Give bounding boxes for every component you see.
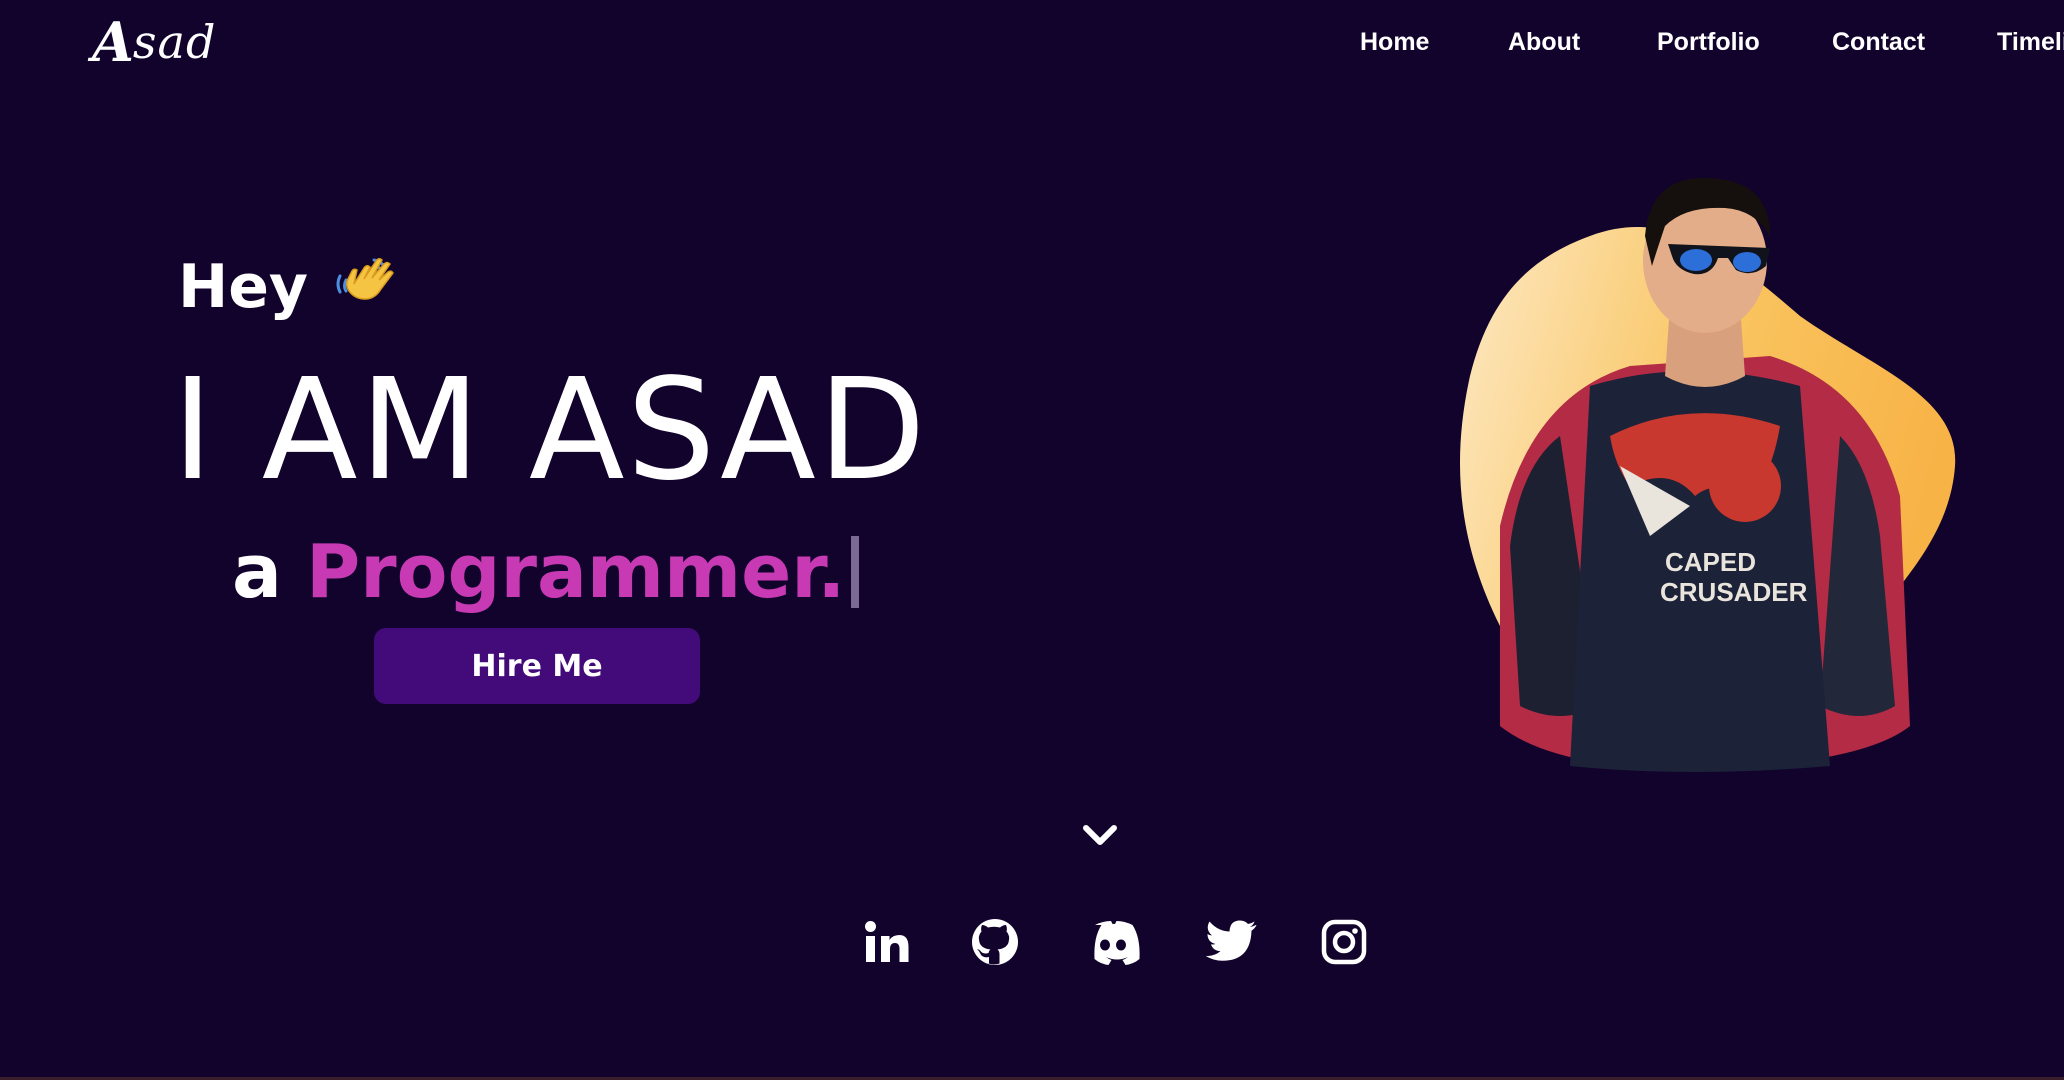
instagram-icon[interactable] bbox=[1314, 912, 1374, 972]
nav-portfolio[interactable]: Portfolio bbox=[1657, 22, 1760, 62]
twitter-icon[interactable] bbox=[1202, 912, 1262, 972]
hire-me-button[interactable]: Hire Me bbox=[374, 628, 700, 704]
greeting: Hey bbox=[178, 252, 400, 322]
subtitle-role: Programmer. bbox=[305, 529, 846, 615]
nav-home[interactable]: Home bbox=[1360, 22, 1429, 62]
logo-mark: A bbox=[92, 10, 135, 74]
portfolio-page: Asad Home About Portfolio Contact Timeli… bbox=[0, 0, 2064, 1080]
github-icon[interactable] bbox=[965, 912, 1025, 972]
discord-icon[interactable] bbox=[1083, 912, 1143, 972]
main-nav: Home About Portfolio Contact Timeli bbox=[1360, 22, 2064, 62]
nav-about[interactable]: About bbox=[1508, 22, 1580, 62]
logo[interactable]: Asad bbox=[92, 10, 217, 74]
profile-portrait: CAPED CRUSADER bbox=[1440, 166, 1980, 776]
nav-timeline[interactable]: Timeli bbox=[1997, 22, 2064, 62]
hero-subtitle: a Programmer. bbox=[232, 529, 860, 615]
nav-contact[interactable]: Contact bbox=[1832, 22, 1925, 62]
hero-title: I AM ASAD bbox=[172, 349, 928, 512]
typing-cursor bbox=[851, 536, 860, 608]
shirt-print-text: CAPED bbox=[1665, 547, 1756, 577]
social-links bbox=[0, 912, 2064, 972]
shirt-print-text: CRUSADER bbox=[1660, 577, 1808, 607]
linkedin-icon[interactable] bbox=[856, 912, 916, 972]
waving-hand-icon bbox=[334, 254, 400, 320]
logo-text: sad bbox=[132, 15, 217, 69]
chevron-down-icon[interactable] bbox=[1082, 822, 1118, 850]
greeting-text: Hey bbox=[178, 252, 309, 322]
subtitle-prefix: a bbox=[232, 529, 282, 615]
